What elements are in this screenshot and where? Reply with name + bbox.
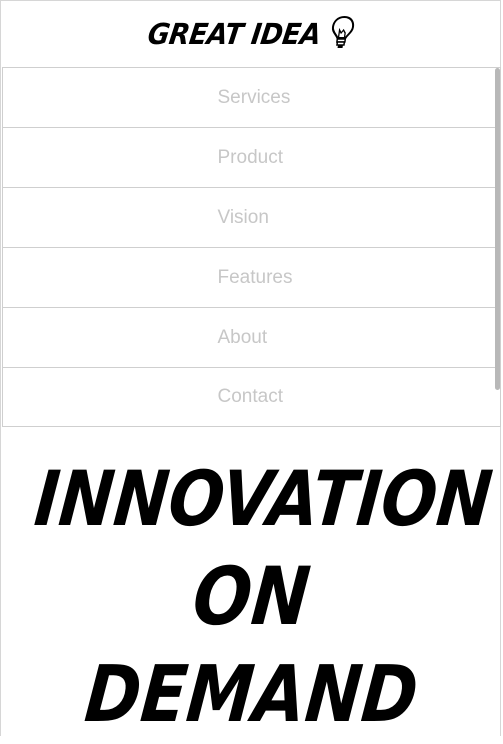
logo-text: GREAT IDEA bbox=[145, 17, 323, 51]
hero-line-1: INNOVATION bbox=[31, 454, 496, 543]
nav-item-label: About bbox=[217, 326, 268, 348]
nav-item-about[interactable]: About bbox=[2, 307, 501, 367]
main-nav: Services Product Vision Features About C… bbox=[2, 67, 501, 427]
scrollbar-thumb[interactable] bbox=[495, 68, 500, 390]
hero-headline: INNOVATION ON DEMAND bbox=[0, 450, 503, 744]
logo-link[interactable]: GREAT IDEA bbox=[145, 15, 355, 51]
lightbulb-icon bbox=[331, 15, 354, 48]
nav-item-label: Services bbox=[217, 86, 291, 108]
hero-line-3: DEMAND bbox=[81, 650, 422, 740]
nav-item-label: Contact bbox=[217, 386, 283, 407]
nav-item-label: Features bbox=[217, 266, 293, 288]
nav-item-contact[interactable]: Contact bbox=[2, 367, 501, 427]
site-header: GREAT IDEA bbox=[1, 0, 500, 67]
hero-line-2: ON bbox=[189, 550, 314, 643]
nav-item-product[interactable]: Product bbox=[2, 127, 501, 187]
nav-item-vision[interactable]: Vision bbox=[2, 187, 501, 247]
nav-item-label: Vision bbox=[217, 206, 269, 228]
nav-item-label: Product bbox=[217, 146, 283, 168]
nav-item-features[interactable]: Features bbox=[2, 247, 501, 307]
nav-item-services[interactable]: Services bbox=[2, 67, 501, 127]
